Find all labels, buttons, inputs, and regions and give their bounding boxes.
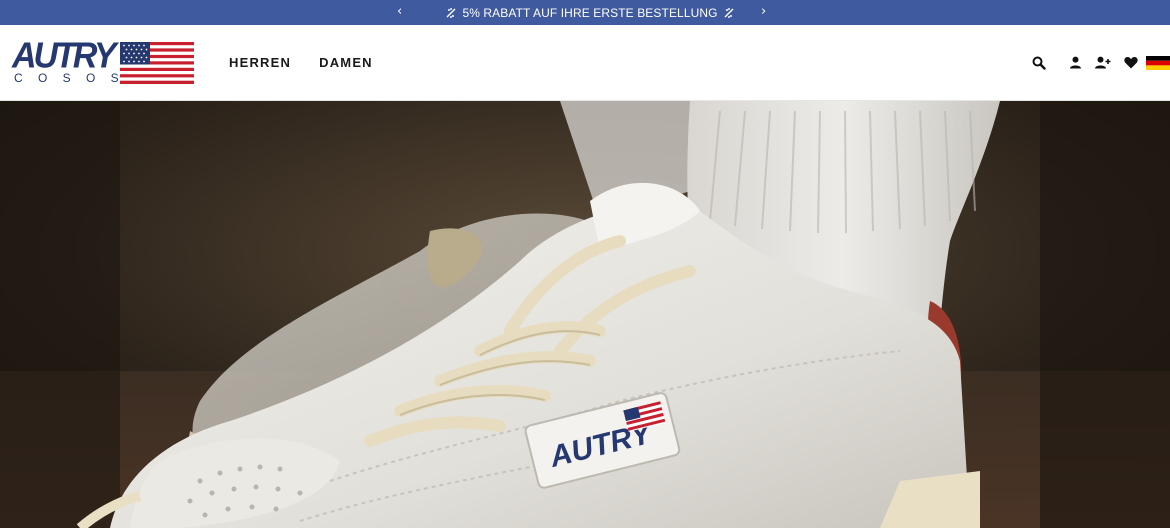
announcement-bar: ‹ 5% RABATT AUF IHRE ERSTE BESTELLUNG › (0, 0, 1170, 25)
register-icon[interactable] (1094, 54, 1112, 72)
wishlist-heart-icon[interactable] (1122, 54, 1140, 72)
header-actions (1030, 25, 1170, 100)
site-header: AUTRY C O S O S ® HERREN DAMEN (0, 25, 1170, 101)
announcement-message[interactable]: 5% RABATT AUF IHRE ERSTE BESTELLUNG (440, 0, 740, 25)
discount-icon (724, 7, 734, 18)
discount-icon (446, 7, 456, 18)
announcement-prev-button[interactable]: ‹ (397, 3, 402, 21)
account-icon[interactable] (1066, 54, 1084, 72)
autry-logo[interactable]: AUTRY C O S O S ® (12, 37, 196, 87)
nav-item-herren[interactable]: HERREN (229, 55, 291, 70)
announcement-next-button[interactable]: › (761, 3, 766, 21)
main-nav: HERREN DAMEN (229, 25, 373, 100)
nav-item-damen[interactable]: DAMEN (319, 55, 373, 70)
search-icon[interactable] (1030, 54, 1048, 72)
usa-flag-icon (120, 42, 194, 84)
hero-banner[interactable]: AUTRY (0, 101, 1170, 528)
announcement-text: 5% RABATT AUF IHRE ERSTE BESTELLUNG (462, 5, 718, 20)
germany-flag-icon[interactable] (1146, 55, 1170, 70)
logo-wordmark: AUTRY (12, 36, 116, 76)
hero-image: AUTRY (0, 101, 1170, 528)
